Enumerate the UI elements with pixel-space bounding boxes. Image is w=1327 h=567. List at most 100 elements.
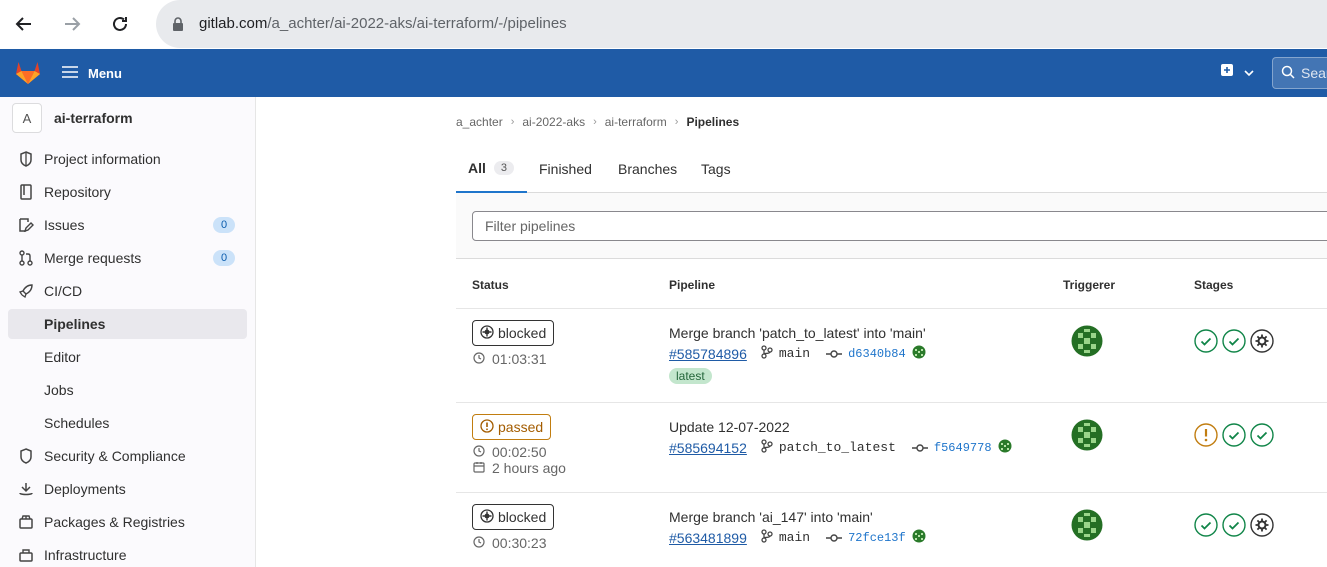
triggerer-avatar[interactable] (1071, 325, 1103, 357)
sidebar-item-schedules[interactable]: Schedules (8, 408, 247, 438)
forward-icon[interactable] (58, 10, 86, 38)
author-avatar[interactable] (912, 529, 926, 546)
sidebar-item-label: Security & Compliance (44, 448, 186, 464)
sidebar-item-label: Pipelines (44, 316, 106, 332)
issues-icon (16, 217, 36, 233)
url-text: gitlab.com/a_achter/ai-2022-aks/ai-terra… (199, 15, 567, 32)
commit-sha-link[interactable]: d6340b84 (848, 347, 906, 361)
tab-all[interactable]: All 3 (456, 145, 527, 193)
pipeline-commit-title[interactable]: Update 12-07-2022 (669, 419, 790, 435)
duration-text: 00:30:23 (492, 535, 547, 551)
calendar-icon (473, 460, 485, 476)
pipeline-duration: 00:30:23 (473, 535, 547, 551)
pipeline-id-link[interactable]: #563481899 (669, 530, 747, 546)
breadcrumb-item[interactable]: ai-2022-aks (522, 115, 585, 129)
sidebar-item-deployments[interactable]: Deployments (8, 474, 247, 504)
search-input[interactable]: Search (1272, 57, 1327, 89)
sidebar-item-repository[interactable]: Repository (8, 177, 247, 207)
sidebar-item-issues[interactable]: Issues 0 (8, 210, 247, 240)
status-badge-blocked[interactable]: blocked (472, 320, 555, 346)
merge-requests-count-badge: 0 (213, 250, 235, 266)
author-avatar[interactable] (998, 439, 1012, 456)
stage-success-icon[interactable] (1194, 513, 1218, 537)
sidebar-item-ci-cd[interactable]: CI/CD (8, 276, 247, 306)
breadcrumb-current[interactable]: Pipelines (686, 115, 739, 129)
clock-icon (473, 351, 485, 367)
pipeline-id-link[interactable]: #585784896 (669, 346, 747, 362)
sidebar-item-label: CI/CD (44, 283, 83, 299)
filter-pipelines-input[interactable]: Filter pipelines (472, 211, 1327, 241)
top-navbar: Menu Search (0, 49, 1327, 97)
pipeline-duration: 01:03:31 (473, 351, 547, 367)
tab-tags[interactable]: Tags (701, 145, 731, 193)
clock-icon (473, 535, 485, 551)
sidebar-item-label: Project information (44, 151, 161, 167)
sidebar-project-header[interactable]: A ai-terraform (12, 103, 133, 133)
status-label: blocked (498, 509, 547, 525)
pipeline-stages (1194, 423, 1274, 447)
status-badge-blocked[interactable]: blocked (472, 504, 555, 530)
sidebar-item-project-information[interactable]: Project information (8, 144, 247, 174)
stage-success-icon[interactable] (1222, 329, 1246, 353)
menu-label: Menu (88, 65, 122, 81)
duration-text: 00:02:50 (492, 444, 547, 460)
triggerer-avatar[interactable] (1071, 419, 1103, 451)
sidebar-item-packages-registries[interactable]: Packages & Registries (8, 507, 247, 537)
pipeline-id-link[interactable]: #585694152 (669, 440, 747, 456)
tab-count-badge: 3 (493, 161, 515, 175)
breadcrumb-item[interactable]: a_achter (456, 115, 503, 129)
triggerer-avatar[interactable] (1071, 509, 1103, 541)
package-icon (16, 514, 36, 530)
stage-success-icon[interactable] (1194, 329, 1218, 353)
issues-count-badge: 0 (213, 217, 235, 233)
infrastructure-icon (16, 547, 36, 563)
gear-icon (480, 508, 494, 526)
stage-manual-icon[interactable] (1250, 513, 1274, 537)
sidebar-item-editor[interactable]: Editor (8, 342, 247, 372)
sidebar-item-merge-requests[interactable]: Merge requests 0 (8, 243, 247, 273)
gitlab-logo-icon[interactable] (14, 59, 42, 88)
sidebar-item-jobs[interactable]: Jobs (8, 375, 247, 405)
sidebar-item-label: Editor (44, 349, 81, 365)
commit-sha-link[interactable]: f5649778 (934, 441, 992, 455)
author-avatar[interactable] (912, 345, 926, 362)
branch-name[interactable]: main (779, 346, 810, 361)
commit-sha-link[interactable]: 72fce13f (848, 531, 906, 545)
stage-success-icon[interactable] (1222, 513, 1246, 537)
stage-success-icon[interactable] (1222, 423, 1246, 447)
reload-icon[interactable] (106, 10, 134, 38)
stage-warning-icon[interactable] (1194, 423, 1218, 447)
sidebar-item-security-compliance[interactable]: Security & Compliance (8, 441, 247, 471)
tab-branches[interactable]: Branches (618, 145, 677, 193)
breadcrumb-item[interactable]: ai-terraform (605, 115, 667, 129)
warning-icon (480, 418, 494, 436)
branch-icon (761, 529, 773, 546)
sidebar-item-infrastructure[interactable]: Infrastructure (8, 540, 247, 567)
sidebar-item-pipelines[interactable]: Pipelines (8, 309, 247, 339)
stage-manual-icon[interactable] (1250, 329, 1274, 353)
search-icon (1281, 65, 1295, 82)
branch-name[interactable]: patch_to_latest (779, 440, 896, 455)
pipeline-finished-time: 2 hours ago (473, 460, 566, 476)
hamburger-icon (62, 65, 78, 81)
tab-finished[interactable]: Finished (539, 145, 592, 193)
project-avatar: A (12, 103, 42, 133)
back-icon[interactable] (10, 10, 38, 38)
pipeline-commit-title[interactable]: Merge branch 'ai_147' into 'main' (669, 509, 873, 525)
status-badge-passed[interactable]: passed (472, 414, 552, 440)
search-placeholder: Search (1301, 65, 1327, 81)
pipeline-stages (1194, 329, 1274, 353)
chevron-right-icon: › (674, 116, 679, 128)
new-dropdown-button[interactable] (1220, 63, 1254, 80)
sidebar-item-label: Repository (44, 184, 111, 200)
chevron-down-icon (1244, 64, 1254, 80)
repository-icon (16, 184, 36, 200)
address-bar[interactable]: gitlab.com/a_achter/ai-2022-aks/ai-terra… (156, 0, 1327, 48)
sidebar-item-label: Infrastructure (44, 547, 127, 563)
stage-success-icon[interactable] (1250, 423, 1274, 447)
menu-button[interactable]: Menu (62, 61, 122, 85)
chevron-right-icon: › (510, 116, 515, 128)
status-label: passed (498, 419, 544, 435)
branch-name[interactable]: main (779, 530, 810, 545)
pipeline-commit-title[interactable]: Merge branch 'patch_to_latest' into 'mai… (669, 325, 926, 341)
